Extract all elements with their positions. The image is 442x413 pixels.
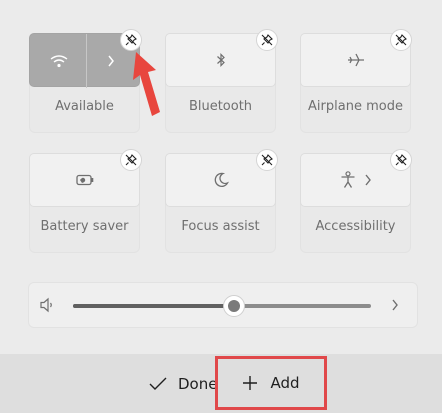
add-label: Add — [270, 374, 300, 392]
tile-label: Accessibility — [315, 219, 396, 234]
checkmark-icon — [148, 376, 168, 392]
plus-icon — [242, 375, 258, 391]
unpin-bluetooth-button[interactable] — [256, 29, 278, 51]
chevron-right-icon[interactable] — [391, 298, 399, 312]
unpin-icon — [261, 34, 273, 46]
unpin-icon — [395, 34, 407, 46]
volume-slider[interactable] — [73, 295, 371, 317]
volume-control — [28, 282, 418, 328]
chevron-right-icon[interactable] — [107, 54, 115, 68]
done-button[interactable]: Done — [140, 368, 225, 400]
battery-saver-icon — [75, 174, 94, 186]
tile-label: Available — [55, 99, 114, 114]
wifi-icon — [50, 54, 68, 68]
tile-label: Bluetooth — [188, 99, 253, 114]
unpin-icon — [261, 154, 273, 166]
tile-label: Focus assist — [181, 219, 260, 234]
footer-bar: Done Add — [0, 354, 442, 413]
unpin-icon — [125, 34, 137, 46]
moon-icon — [213, 172, 229, 188]
unpin-focus-assist-button[interactable] — [256, 149, 278, 171]
unpin-icon — [395, 154, 407, 166]
unpin-battery-saver-button[interactable] — [120, 149, 142, 171]
annotation-arrow-icon — [130, 50, 166, 124]
volume-slider-thumb[interactable] — [222, 295, 245, 317]
chevron-right-icon[interactable] — [364, 173, 372, 187]
volume-slider-fill — [73, 304, 234, 308]
bluetooth-icon — [216, 52, 226, 68]
tile-label: Battery saver — [40, 219, 129, 234]
done-label: Done — [178, 375, 218, 393]
tile-label: Airplane mode — [308, 99, 403, 114]
unpin-airplane-mode-button[interactable] — [390, 29, 412, 51]
unpin-wifi-button[interactable] — [120, 29, 142, 51]
accessibility-icon — [340, 171, 356, 189]
speaker-icon[interactable] — [39, 296, 57, 314]
unpin-icon — [125, 154, 137, 166]
airplane-icon — [347, 52, 365, 68]
unpin-accessibility-button[interactable] — [390, 149, 412, 171]
add-button[interactable]: Add — [215, 356, 327, 410]
quick-settings-edit-panel: Available Bluetooth Airplane mode Batter… — [0, 0, 442, 354]
